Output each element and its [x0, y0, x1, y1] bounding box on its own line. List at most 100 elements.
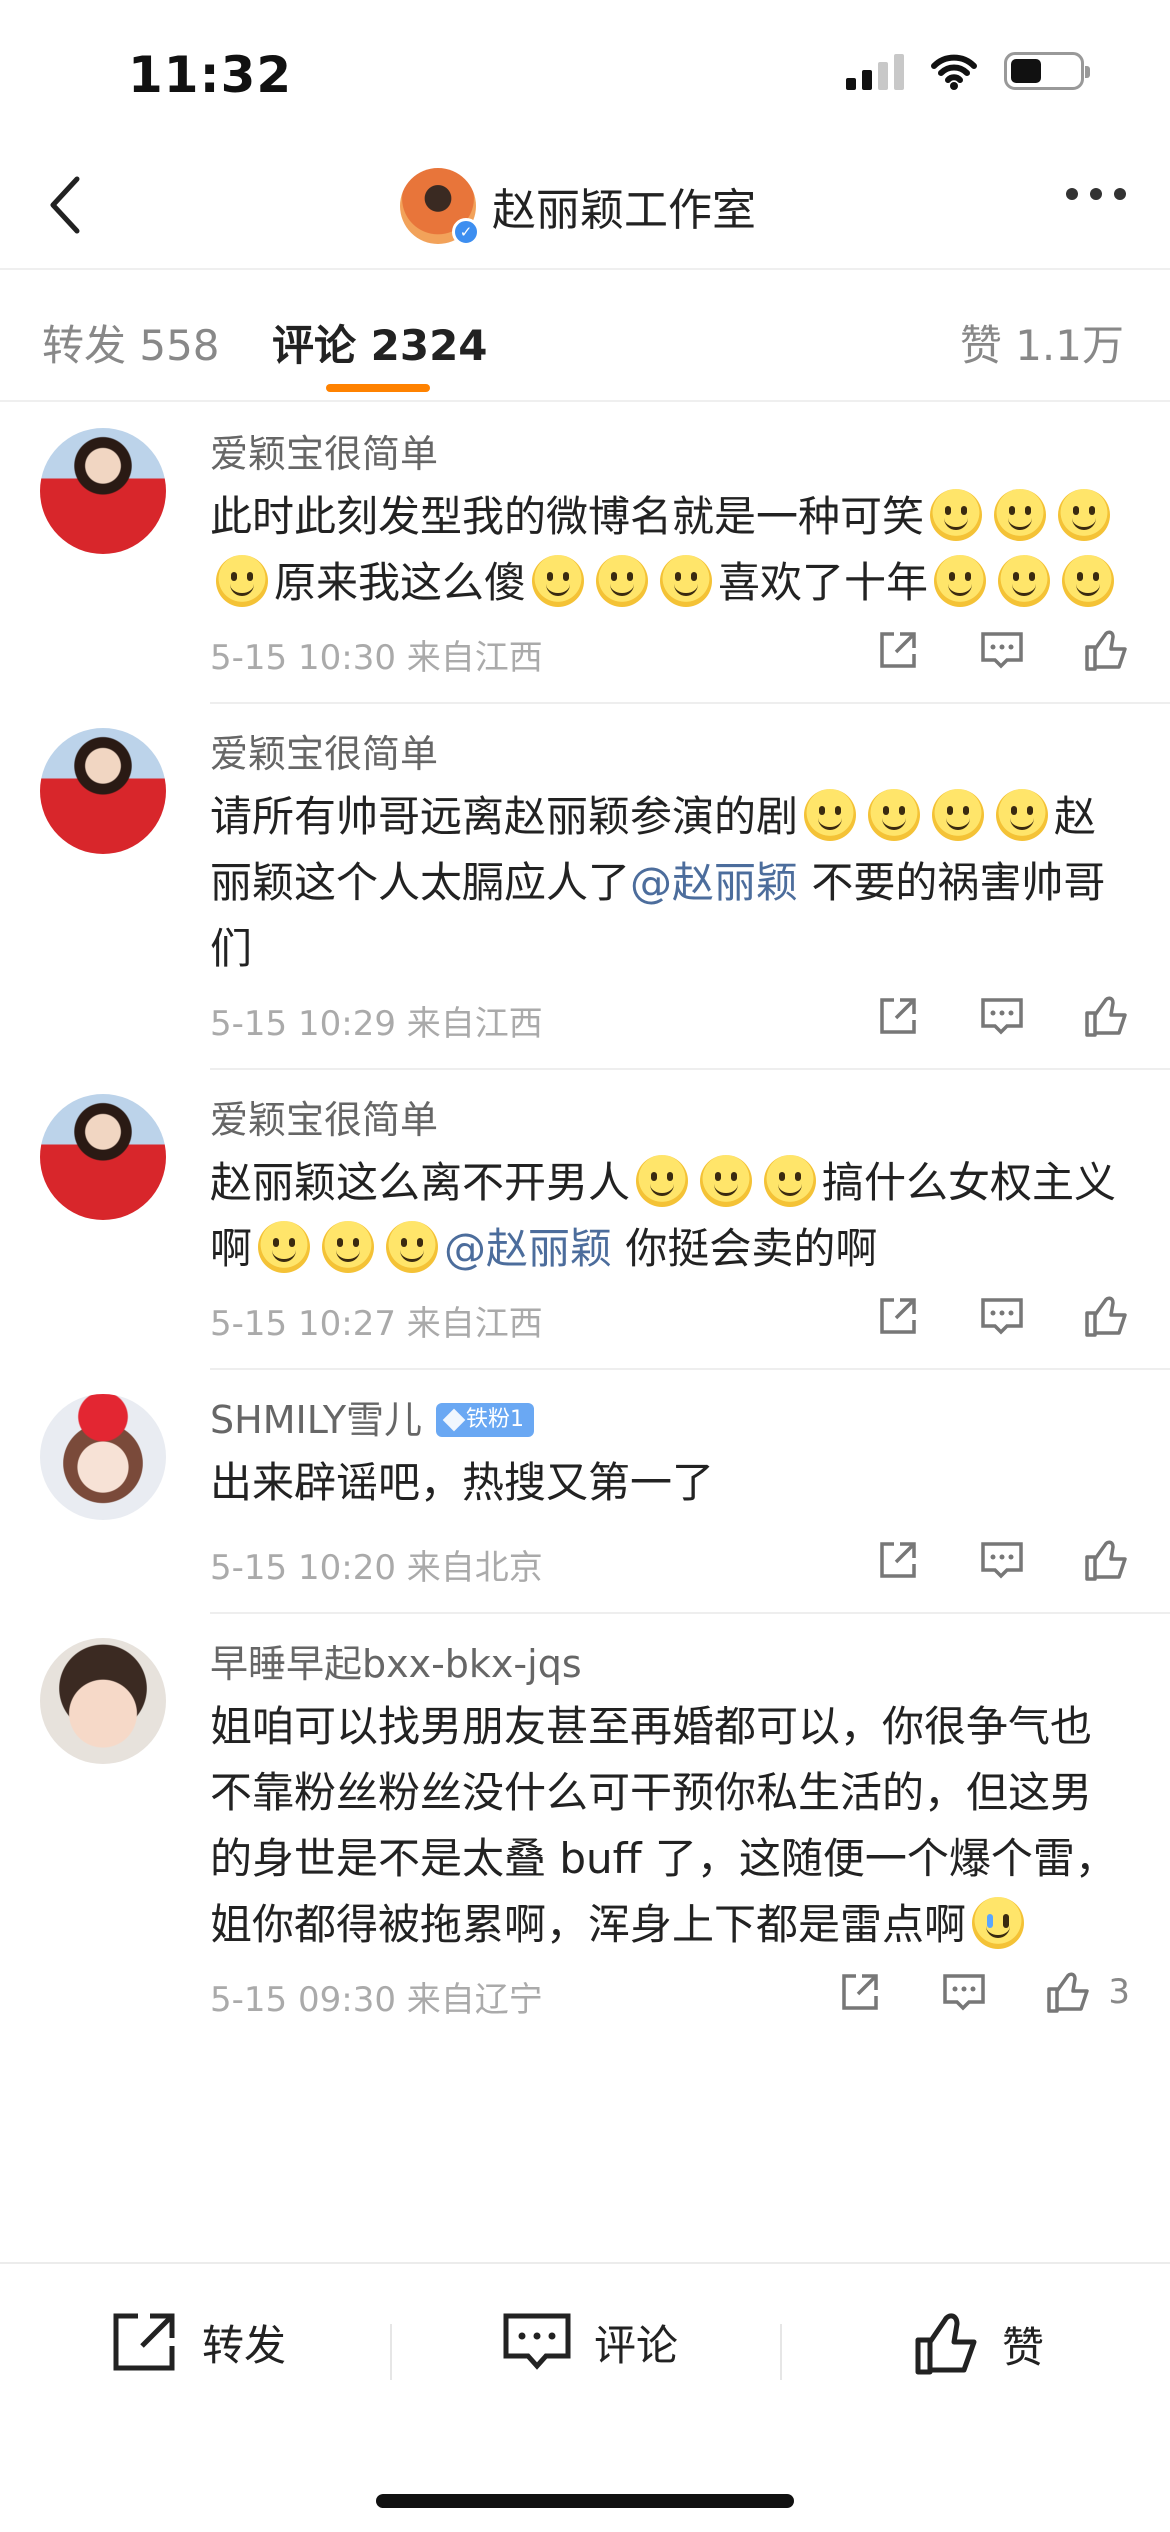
smile-emoji-icon: [636, 1155, 689, 1207]
comment-username-text[interactable]: SHMILY雪儿: [210, 1390, 422, 1450]
comment-button[interactable]: 评论: [502, 2310, 678, 2374]
thumbs-up-icon: [915, 2313, 977, 2375]
comment-meta: 5-15 10:20 来自北京: [210, 1548, 543, 1588]
mention-link[interactable]: @赵丽颖: [630, 858, 798, 907]
comment-meta-row: 5-15 10:20 来自北京: [210, 1526, 1130, 1612]
like-button[interactable]: [1082, 1536, 1130, 1584]
status-time: 11:32: [128, 46, 293, 104]
tab-comment[interactable]: 评论 2324: [272, 312, 488, 373]
avatar[interactable]: [40, 428, 166, 554]
share-button[interactable]: [874, 1292, 922, 1340]
forward-label: 转发: [202, 2320, 287, 2370]
like-count: 3: [1108, 1972, 1130, 2012]
battery-icon: [1004, 52, 1090, 90]
smile-emoji-icon: [994, 489, 1047, 541]
comment-username: SHMILY雪儿 铁粉1: [210, 1390, 1130, 1450]
tab-like[interactable]: 赞 1.1万: [960, 312, 1124, 373]
comment-icon: [981, 632, 1023, 669]
share-button[interactable]: [874, 992, 922, 1040]
reply-button[interactable]: [978, 1292, 1026, 1340]
back-button[interactable]: [30, 170, 100, 240]
comment-text-segment: 出来辟谣吧，热搜又第一了: [210, 1458, 715, 1507]
crying-emoji-icon: [972, 1897, 1025, 1949]
tab-forward[interactable]: 转发 558: [42, 312, 220, 373]
share-button[interactable]: [874, 1536, 922, 1584]
fan-badge: 铁粉1: [436, 1403, 535, 1437]
fan-badge-label: 铁粉1: [466, 1407, 525, 1432]
share-button[interactable]: [874, 626, 922, 674]
comment-text-segment: 原来我这么傻: [274, 558, 527, 607]
comment-icon: [503, 2313, 571, 2370]
divider: [390, 2324, 392, 2380]
share-icon: [880, 632, 916, 668]
comment-item: 爱颖宝很简单 请所有帅哥远离赵丽颖参演的剧 赵丽颖这个人太膈应人了@赵丽颖 不要的…: [0, 704, 1170, 1068]
comment-username[interactable]: 早睡早起bxx-bkx-jqs: [210, 1634, 1130, 1694]
smile-emoji-icon: [868, 789, 921, 841]
avatar[interactable]: [40, 1394, 166, 1520]
comment-item: 爱颖宝很简单 赵丽颖这么离不开男人 搞什么女权主义啊 @赵丽颖 你挺会卖的啊 5-1…: [0, 1070, 1170, 1368]
forward-button[interactable]: 转发: [110, 2310, 286, 2374]
like-button[interactable]: [1044, 1968, 1092, 2016]
comment-label: 评论: [594, 2320, 679, 2370]
like-button[interactable]: [1082, 992, 1130, 1040]
comment-username[interactable]: 爱颖宝很简单: [210, 724, 1130, 784]
comment-text: 赵丽颖这么离不开男人 搞什么女权主义啊 @赵丽颖 你挺会卖的啊: [210, 1150, 1130, 1282]
comment-item: 早睡早起bxx-bkx-jqs 姐咱可以找男朋友甚至再婚都可以，你很争气也不靠粉…: [0, 1614, 1170, 2044]
bottom-action-bar: 转发 评论 赞: [0, 2262, 1170, 2532]
comment-actions: [874, 1292, 1130, 1340]
comment-meta-row: 5-15 09:30 来自辽宁 3: [210, 1958, 1130, 2044]
cellular-signal-icon: [846, 52, 904, 90]
wifi-icon: [931, 54, 977, 90]
comment-icon: [981, 1542, 1023, 1579]
reply-button[interactable]: [978, 626, 1026, 674]
smile-emoji-icon: [386, 1221, 439, 1273]
like-button[interactable]: [1082, 626, 1130, 674]
comment-text-segment: 喜欢了十年: [718, 558, 929, 607]
comment-meta-row: 5-15 10:27 来自江西: [210, 1282, 1130, 1368]
comment-item: SHMILY雪儿 铁粉1 出来辟谣吧，热搜又第一了 5-15 10:20 来自北…: [0, 1370, 1170, 1612]
more-options-button[interactable]: [1066, 188, 1126, 200]
smile-emoji-icon: [1058, 489, 1111, 541]
comment-text: 此时此刻发型我的微博名就是一种可笑原来我这么傻 喜欢了十年: [210, 484, 1130, 616]
mention-link[interactable]: @赵丽颖: [444, 1224, 612, 1273]
tab-active-indicator: [326, 384, 430, 392]
share-icon: [113, 2313, 175, 2371]
smile-emoji-icon: [998, 555, 1051, 607]
like-button[interactable]: 赞: [912, 2310, 1044, 2378]
comment-meta-row: 5-15 10:29 来自江西: [210, 982, 1130, 1068]
status-icons: [846, 52, 1090, 90]
reply-button[interactable]: [978, 992, 1026, 1040]
reply-button[interactable]: [978, 1536, 1026, 1584]
nav-profile[interactable]: ✓ 赵丽颖工作室: [400, 168, 756, 246]
share-button[interactable]: [836, 1968, 884, 2016]
divider: [780, 2324, 782, 2380]
avatar[interactable]: [40, 1094, 166, 1220]
share-icon: [880, 998, 916, 1034]
comment-meta: 5-15 09:30 来自辽宁: [210, 1980, 543, 2020]
smile-emoji-icon: [764, 1155, 817, 1207]
thumbs-up-icon: [1085, 1296, 1127, 1337]
avatar[interactable]: [40, 728, 166, 854]
share-icon: [880, 1298, 916, 1334]
comment-text-segment: 此时此刻发型我的微博名就是一种可笑: [210, 492, 925, 541]
reply-button[interactable]: [940, 1968, 988, 2016]
comment-actions: [874, 626, 1130, 674]
share-icon: [842, 1974, 879, 2010]
smile-emoji-icon: [1062, 555, 1115, 607]
avatar[interactable]: ✓: [400, 168, 480, 246]
thumbs-up-icon: [1047, 1972, 1090, 2013]
like-button[interactable]: [1082, 1292, 1130, 1340]
smile-emoji-icon: [322, 1221, 375, 1273]
comment-username[interactable]: 爱颖宝很简单: [210, 424, 1130, 484]
page-title: 赵丽颖工作室: [492, 185, 756, 236]
comment-icon: [981, 998, 1023, 1035]
comment-actions: [874, 1536, 1130, 1584]
smile-emoji-icon: [216, 555, 268, 607]
comment-username[interactable]: 爱颖宝很简单: [210, 1090, 1130, 1150]
smile-emoji-icon: [930, 489, 983, 541]
thumbs-up-icon: [1085, 630, 1127, 671]
comment-text-segment: 你挺会卖的啊: [612, 1224, 878, 1273]
home-indicator[interactable]: [376, 2494, 794, 2508]
tab-bar: 转发 558 评论 2324 赞 1.1万: [0, 272, 1170, 402]
avatar[interactable]: [40, 1638, 166, 1764]
